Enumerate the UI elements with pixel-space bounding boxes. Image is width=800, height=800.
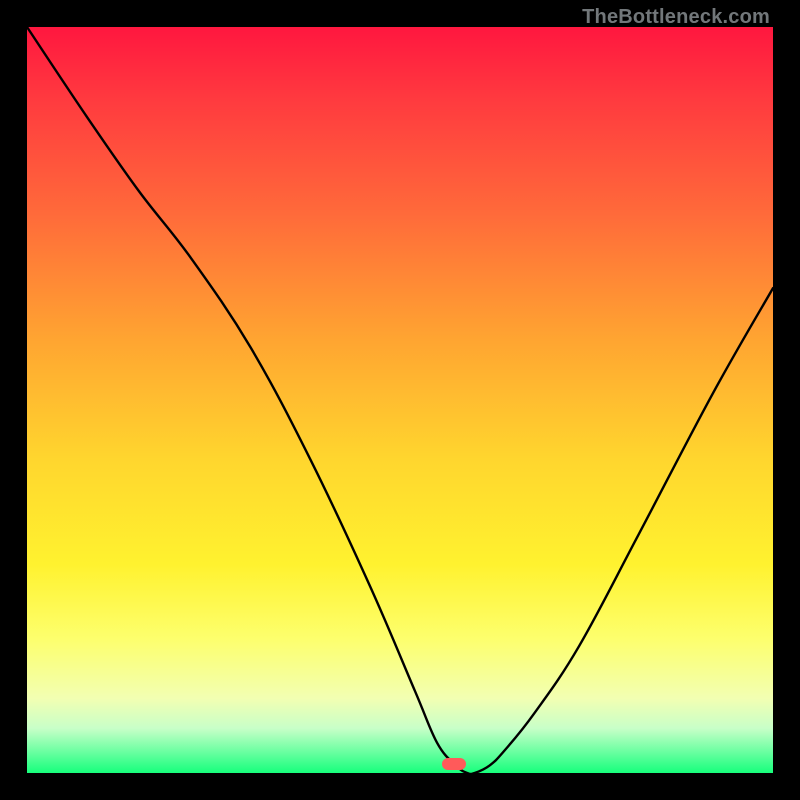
- optimum-marker: [442, 758, 466, 770]
- bottleneck-curve: [27, 27, 773, 773]
- attribution-text: TheBottleneck.com: [582, 6, 770, 29]
